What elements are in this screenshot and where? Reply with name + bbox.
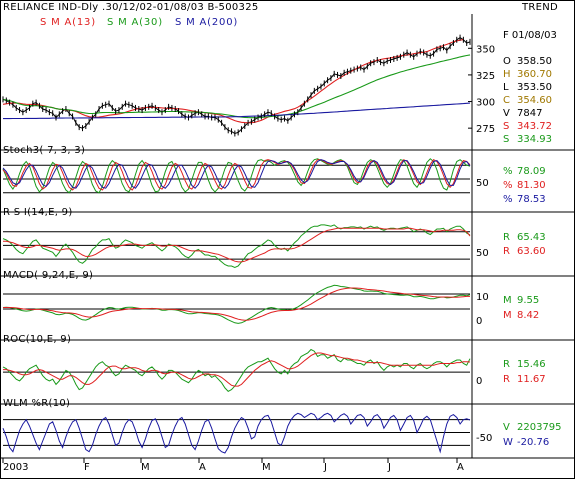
stoch-readout-3-value: 78.53 [517, 194, 546, 205]
stoch-readout-1: % 78.09 [503, 166, 546, 177]
quote-sma30-key: S [503, 134, 510, 145]
macd-series-0 [2, 284, 471, 324]
macd-label: MACD( 9,24,E, 9) [3, 270, 94, 281]
price-tick-label-0: 275 [476, 124, 495, 135]
macd-readout-1-value: 9.55 [517, 295, 540, 306]
quote-high-value: 360.70 [517, 69, 552, 80]
month-label-apr: A [199, 462, 206, 473]
quote-sma13-key: S [503, 121, 510, 132]
sma200-legend: S M A(200) [175, 17, 239, 28]
macd-tick-0: 0 [476, 316, 483, 327]
rsi-readout-2-key: R [503, 246, 510, 257]
macd-tick-10: 10 [476, 292, 489, 303]
quote-close: C 354.60 [503, 95, 552, 106]
roc-series-1 [3, 352, 471, 387]
wlm-readout-1-key: V [503, 422, 510, 433]
quote-sma30-value: 334.93 [517, 134, 552, 145]
rsi-tick: 50 [476, 248, 489, 259]
macd-readout-2-key: M [503, 310, 512, 321]
rsi-readout-2-value: 63.60 [517, 246, 546, 257]
month-label-jun: J [324, 462, 327, 473]
month-label-jan: 2003 [3, 462, 29, 473]
quote-low: L 353.50 [503, 82, 552, 93]
month-label-mar: M [141, 462, 150, 473]
stoch-readout-3: % 78.53 [503, 194, 546, 205]
quote-low-key: L [503, 82, 509, 93]
sma13-legend: S M A(13) [40, 17, 96, 28]
wlm-label: WLM %R(10) [3, 398, 71, 409]
wlm-tick: -50 [476, 433, 493, 444]
wlm-readout-1: V 2203795 [503, 422, 562, 433]
roc-series-0 [2, 348, 471, 393]
price-tick-label-3: 350 [476, 44, 495, 55]
rsi-readout-1-value: 65.43 [517, 232, 546, 243]
wlm-readout-2-value: -20.76 [517, 437, 550, 448]
stoch-label: Stoch3( 7, 3, 3) [3, 145, 86, 156]
price-ma-line-2 [2, 54, 471, 119]
roc-readout-2-key: R [503, 374, 510, 385]
price-tick-label-2: 325 [476, 71, 495, 82]
roc-label: ROC(10,E, 9) [3, 334, 72, 345]
roc-readout-2: R 11.67 [503, 374, 546, 385]
quote-sma30: S 334.93 [503, 134, 552, 145]
rsi-readout-2: R 63.60 [503, 246, 546, 257]
quote-close-value: 354.60 [517, 95, 552, 106]
roc-readout-1-key: R [503, 359, 510, 370]
rsi-readout-1: R 65.43 [503, 232, 546, 243]
quote-date: F 01/08/03 [503, 30, 557, 41]
wlm-readout-1-value: 2203795 [517, 422, 562, 433]
month-label-feb: F [84, 462, 90, 473]
month-label-may: M [262, 462, 271, 473]
month-label-jul: J [388, 462, 391, 473]
quote-sma13-value: 343.72 [517, 121, 552, 132]
quote-open-key: O [503, 56, 511, 67]
quote-open: O 358.50 [503, 56, 552, 67]
macd-readout-2-value: 8.42 [517, 310, 540, 321]
quote-volume-key: V [503, 108, 510, 119]
rsi-label: R S I(14,E, 9) [3, 207, 73, 218]
stoch-readout-3-key: % [503, 194, 513, 205]
macd-readout-2: M 8.42 [503, 310, 539, 321]
price-tick-label-1: 300 [476, 98, 495, 109]
rsi-readout-1-key: R [503, 232, 510, 243]
chart-canvas: 275 300 325 350 [0, 14, 575, 463]
wlm-readout-2: W -20.76 [503, 437, 549, 448]
stoch-readout-2-value: 81.30 [517, 180, 546, 191]
quote-low-value: 353.50 [517, 82, 552, 93]
sma30-legend: S M A(30) [107, 17, 163, 28]
roc-readout-1: R 15.46 [503, 359, 546, 370]
stoch-readout-1-key: % [503, 166, 513, 177]
stoch-readout-2-key: % [503, 180, 513, 191]
quote-close-key: C [503, 95, 510, 106]
month-label-aug: A [457, 462, 464, 473]
quote-open-value: 358.50 [517, 56, 552, 67]
stoch-readout-2: % 81.30 [503, 180, 546, 191]
quote-volume-value: 7847 [517, 108, 543, 119]
macd-readout-1: M 9.55 [503, 295, 539, 306]
quote-volume: V 7847 [503, 108, 542, 119]
stoch-tick: 50 [476, 178, 489, 189]
roc-tick: 0 [476, 376, 483, 387]
chart-title: RELIANCE IND-Dly .30/12/02-01/08/03 B-50… [3, 2, 259, 13]
macd-readout-1-key: M [503, 295, 512, 306]
macd-series-1 [3, 287, 470, 321]
quote-high: H 360.70 [503, 69, 552, 80]
quote-high-key: H [503, 69, 511, 80]
wlm-readout-2-key: W [503, 437, 513, 448]
quote-sma13: S 343.72 [503, 121, 552, 132]
trend-label: TREND [522, 2, 559, 13]
stoch-readout-1-value: 78.09 [517, 166, 546, 177]
roc-readout-2-value: 11.67 [517, 374, 546, 385]
roc-readout-1-value: 15.46 [517, 359, 546, 370]
